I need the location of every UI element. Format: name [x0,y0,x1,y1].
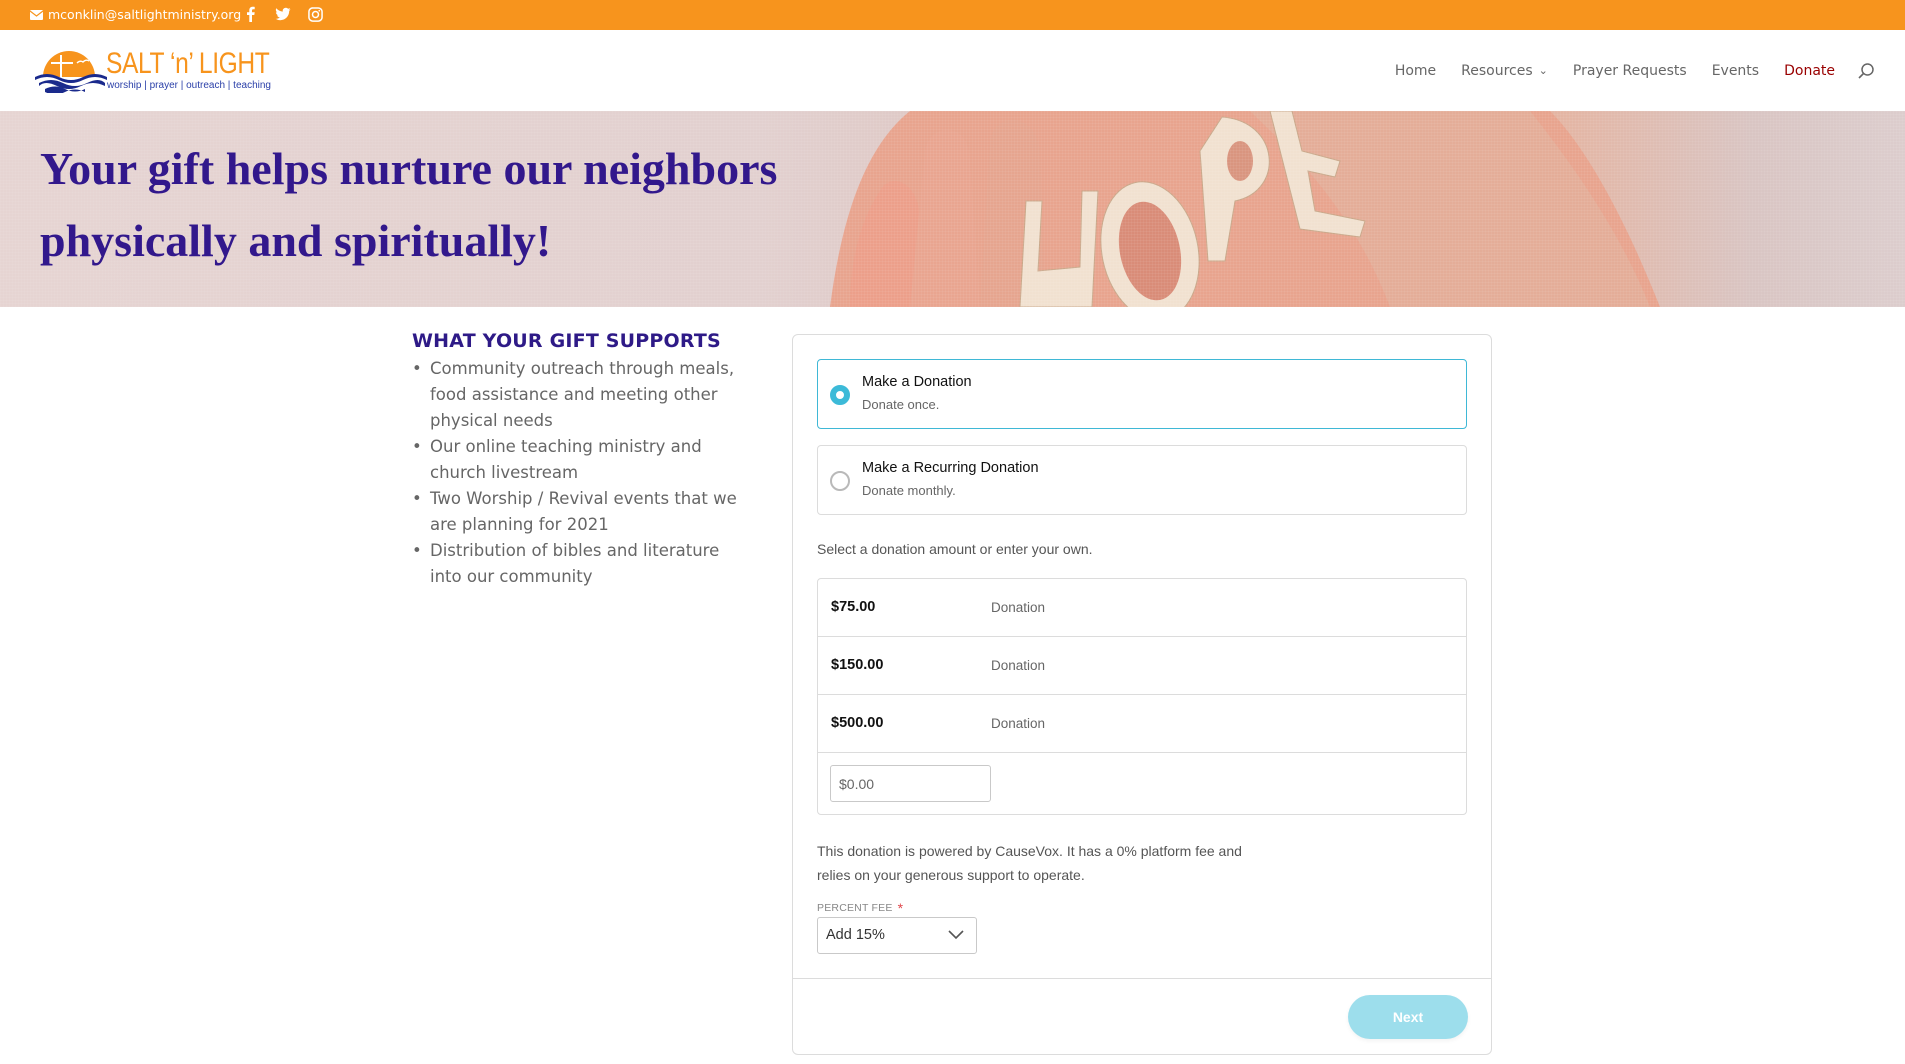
radio-selected-icon[interactable] [830,385,850,405]
percent-fee-label: PERCENT FEE * [817,900,903,916]
contact-email: mconklin@saltlightministry.org [48,7,242,22]
amount-value: $75.00 [831,599,876,615]
logo-tagline: worship | prayer | outreach | teaching [107,80,271,91]
list-item: Community outreach through meals, food a… [412,356,742,434]
chevron-down-icon [948,930,964,940]
supports-list: Community outreach through meals, food a… [412,356,742,590]
hero-headline: Your gift helps nurture our neighbors ph… [40,143,778,266]
next-button[interactable]: Next [1348,995,1468,1039]
facebook-icon[interactable] [243,6,259,22]
amount-label: Donation [991,658,1046,673]
option-subtitle: Donate monthly. [862,483,956,498]
nav-home-label: Home [1394,62,1437,79]
option-title: Make a Donation [862,374,972,390]
option-recurring-donation[interactable]: Make a Recurring Donation Donate monthly… [817,445,1467,515]
nav-resources-label: Resources [1461,62,1533,79]
amount-list: $75.00 Donation $150.00 Donation $500.00… [817,578,1467,815]
option-title: Make a Recurring Donation [862,460,1039,476]
custom-amount-row [818,753,1466,814]
sunset-wave-logo-icon [35,51,107,93]
list-item: Our online teaching ministry and church … [412,434,742,486]
list-item: Two Worship / Revival events that we are… [412,486,742,538]
donation-form-card: Make a Donation Donate once. Make a Recu… [792,334,1492,1055]
amount-label: Donation [991,600,1046,615]
list-item: Distribution of bibles and literature in… [412,538,742,590]
logo-brand-text: SALT ‘n’ LIGHT [106,47,270,80]
nav-home[interactable]: Home [1395,63,1436,79]
nav-resources[interactable]: Resources ⌄ [1461,63,1548,79]
custom-amount-input[interactable] [830,765,991,802]
platform-fee-note: This donation is powered by CauseVox. It… [817,843,1242,883]
main-nav: Home Resources ⌄ Prayer Requests Events D… [1370,30,1905,111]
nav-events[interactable]: Events [1712,63,1759,79]
amount-option-150[interactable]: $150.00 Donation [818,637,1466,695]
option-subtitle: Donate once. [862,397,940,412]
site-logo[interactable]: SALT ‘n’ LIGHT worship | prayer | outrea… [33,47,273,95]
top-bar: mconklin@saltlightministry.org [0,0,1905,30]
search-icon[interactable] [1857,62,1875,80]
social-links [243,6,323,22]
nav-donate[interactable]: Donate [1784,63,1835,79]
hope-hands-image [830,111,1660,307]
amount-option-75[interactable]: $75.00 Donation [818,579,1466,637]
amount-label: Donation [991,716,1046,731]
form-divider [793,978,1491,979]
amount-value: $150.00 [831,657,884,673]
supports-heading: WHAT YOUR GIFT SUPPORTS [412,330,721,352]
nav-prayer-requests[interactable]: Prayer Requests [1573,63,1687,79]
twitter-icon[interactable] [275,6,291,22]
amount-prompt: Select a donation amount or enter your o… [817,541,1093,557]
percent-fee-selected: Add 15% [826,927,885,943]
percent-fee-select[interactable]: Add 15% [817,917,977,954]
nav-donate-label: Donate [1784,62,1835,79]
hero-banner: Your gift helps nurture our neighbors ph… [0,111,1905,307]
amount-option-500[interactable]: $500.00 Donation [818,695,1466,753]
envelope-icon [30,9,43,20]
amount-value: $500.00 [831,715,884,731]
nav-events-label: Events [1711,62,1760,79]
instagram-icon[interactable] [307,6,323,22]
option-one-time-donation[interactable]: Make a Donation Donate once. [817,359,1467,429]
gift-supports-section: WHAT YOUR GIFT SUPPORTS Community outrea… [412,330,742,590]
chevron-down-icon: ⌄ [1538,64,1548,77]
contact-email-link[interactable]: mconklin@saltlightministry.org [30,7,241,22]
percent-fee-label-text: PERCENT FEE [817,902,893,914]
radio-unselected-icon[interactable] [830,471,850,491]
nav-prayer-requests-label: Prayer Requests [1572,62,1687,79]
required-asterisk: * [897,900,904,916]
site-header: SALT ‘n’ LIGHT worship | prayer | outrea… [0,30,1905,111]
